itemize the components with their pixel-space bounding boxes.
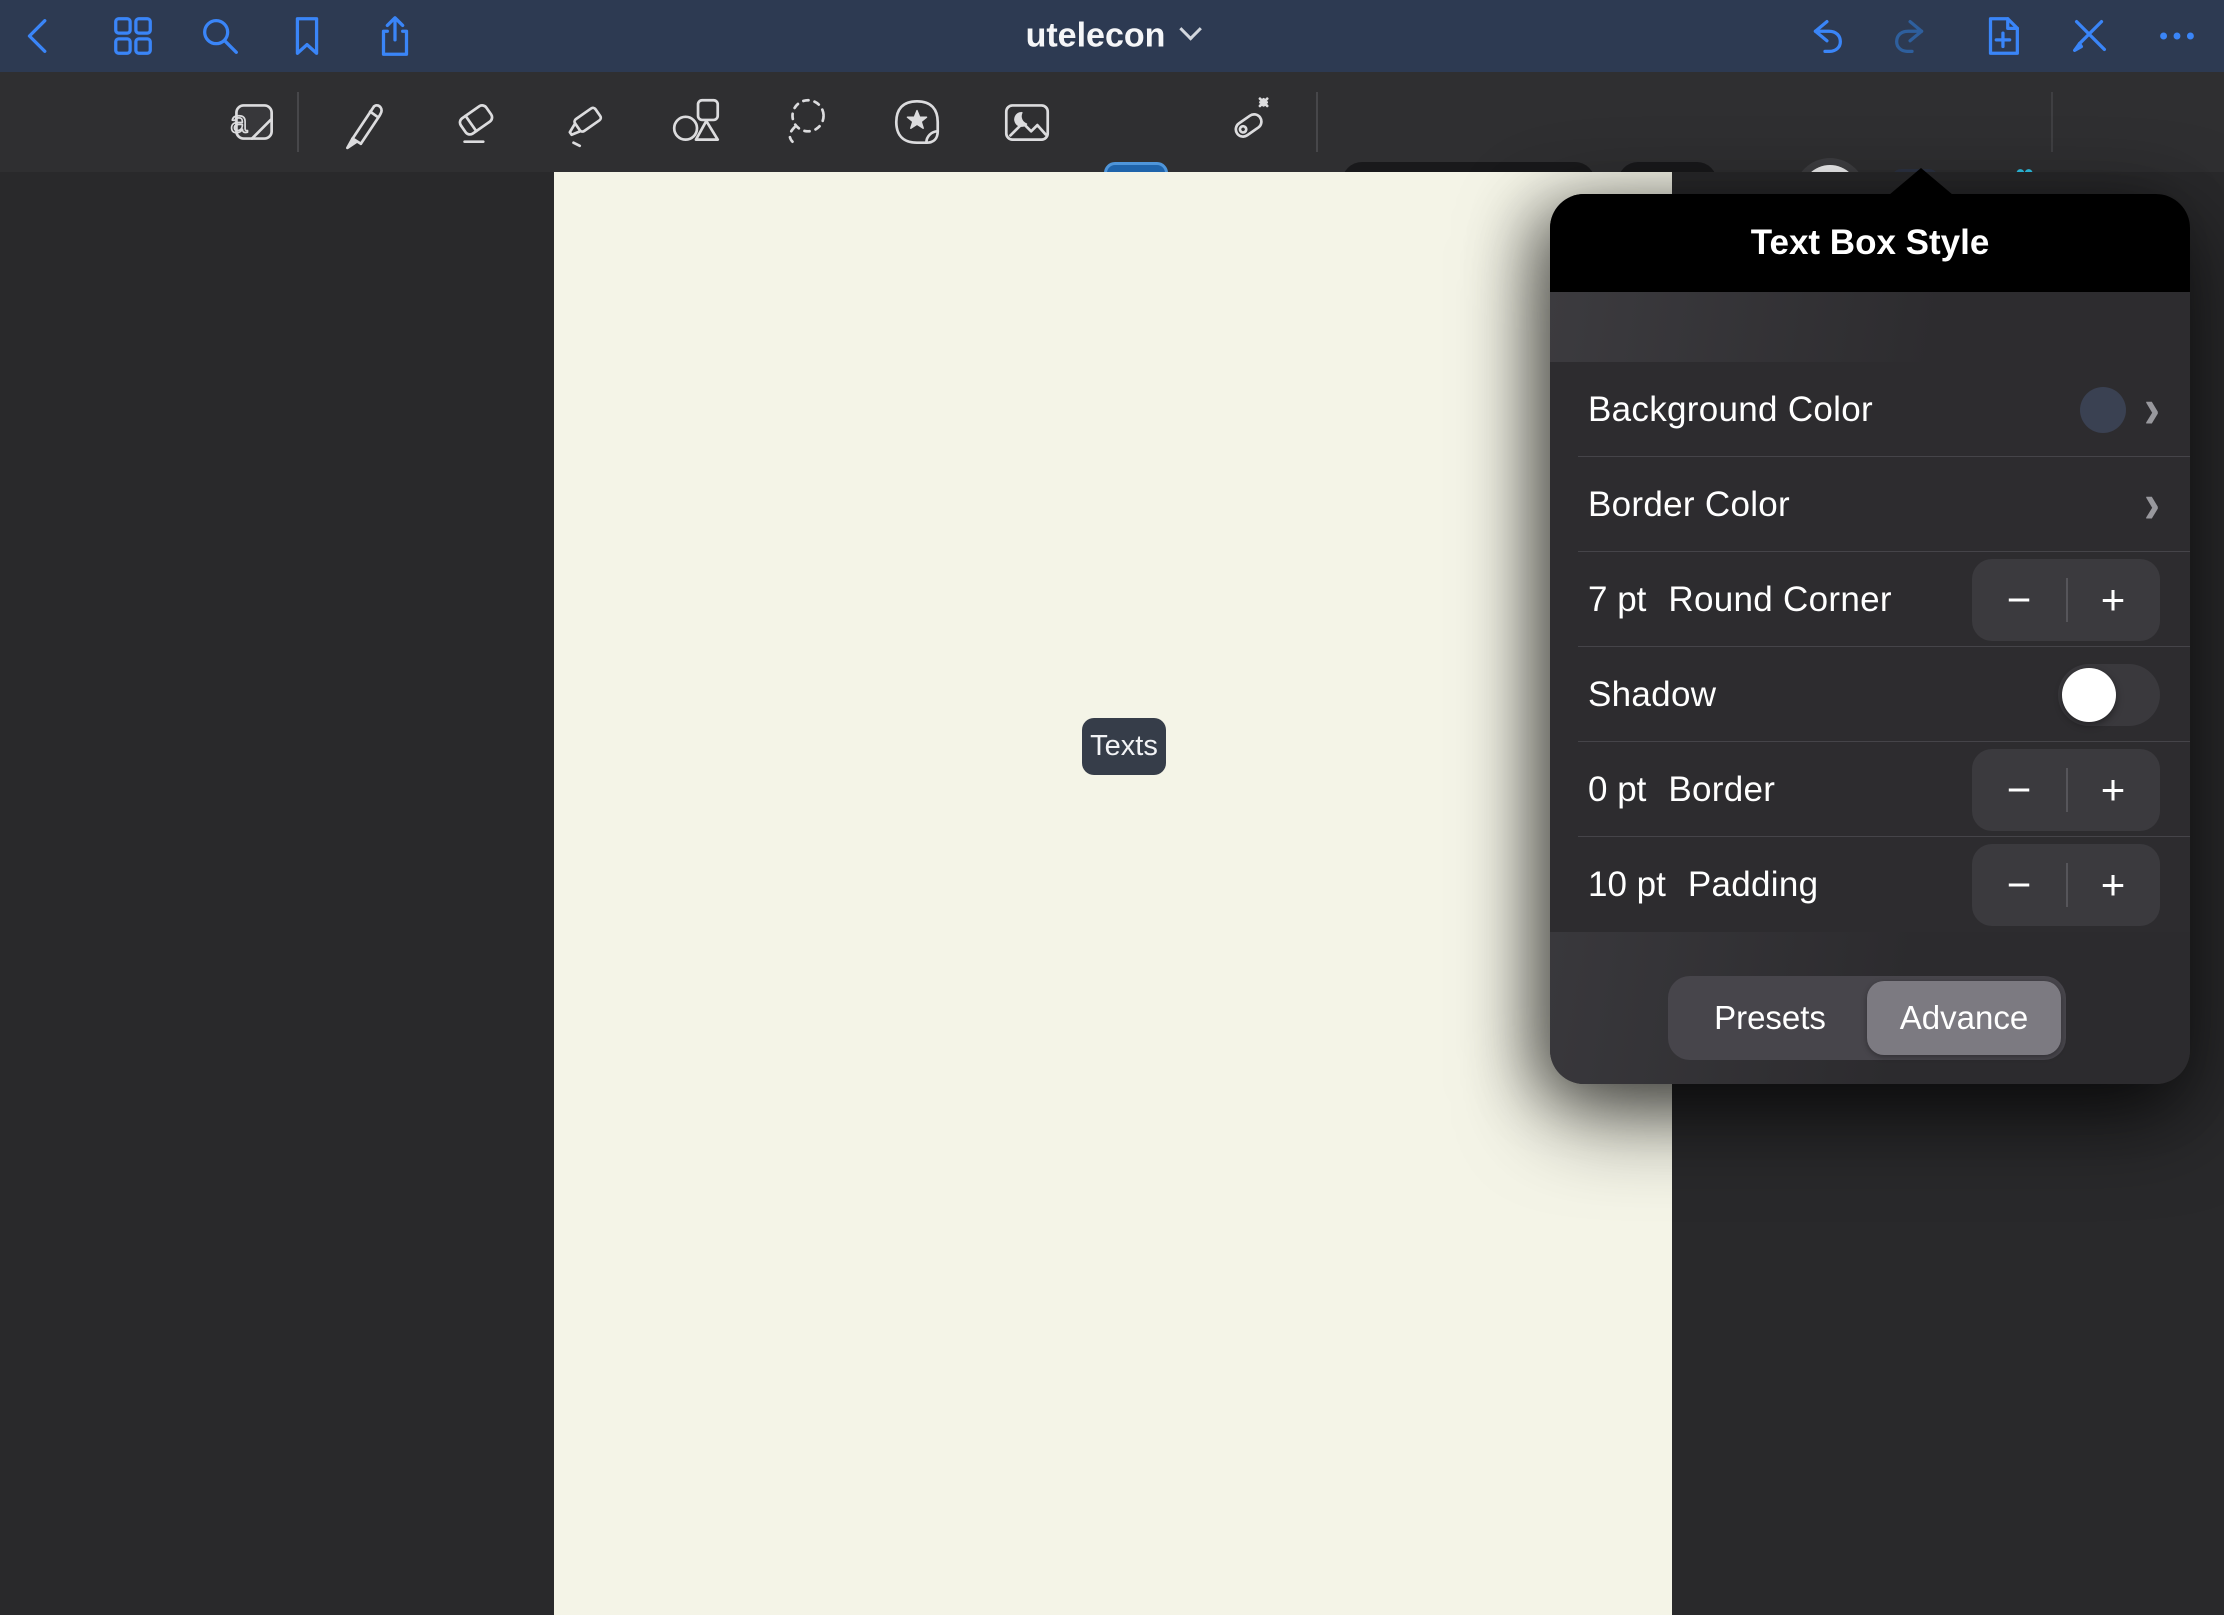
popover-preview-strip bbox=[1550, 292, 2190, 362]
row-border-color[interactable]: Border Color › bbox=[1550, 457, 2190, 552]
round-corner-value: 7 pt bbox=[1588, 580, 1646, 620]
decrease-button[interactable]: − bbox=[1972, 559, 2066, 641]
svg-text:a: a bbox=[230, 104, 248, 139]
thumbnails-grid-icon[interactable] bbox=[110, 13, 156, 59]
popover-footer: Presets Advance bbox=[1550, 932, 2190, 1084]
redo-icon[interactable] bbox=[1889, 13, 1935, 59]
stepper-divider bbox=[2066, 863, 2068, 907]
chevron-right-icon: › bbox=[2144, 482, 2160, 528]
text-box-style-popover: Text Box Style Background Color › Border… bbox=[1550, 194, 2190, 1084]
page-panel-icon[interactable]: a bbox=[224, 93, 282, 151]
increase-button[interactable]: + bbox=[2066, 749, 2160, 831]
toggle-knob bbox=[2062, 668, 2116, 722]
padding-stepper: − + bbox=[1972, 844, 2160, 926]
share-icon[interactable] bbox=[372, 13, 418, 59]
bookmark-icon[interactable] bbox=[284, 13, 330, 59]
highlighter-tool-icon[interactable] bbox=[559, 93, 617, 151]
more-options-icon[interactable] bbox=[2154, 13, 2200, 59]
presets-tab[interactable]: Presets bbox=[1673, 981, 1867, 1055]
row-label: Padding bbox=[1688, 865, 1819, 905]
row-label: Shadow bbox=[1588, 675, 1716, 715]
decrease-button[interactable]: − bbox=[1972, 844, 2066, 926]
row-padding: 10 pt Padding − + bbox=[1550, 837, 2190, 932]
shadow-toggle-off[interactable] bbox=[2058, 664, 2160, 726]
increase-button[interactable]: + bbox=[2066, 559, 2160, 641]
row-label: Round Corner bbox=[1668, 580, 1891, 620]
row-label: Border Color bbox=[1588, 485, 1790, 525]
goodnotes-app: utelecon a bbox=[0, 0, 2224, 1615]
elements-sticker-icon[interactable] bbox=[888, 93, 946, 151]
navigation-bar: utelecon bbox=[0, 0, 2224, 72]
border-width-stepper: − + bbox=[1972, 749, 2160, 831]
pen-mode-toggle-icon[interactable] bbox=[2067, 13, 2113, 59]
chevron-right-icon: › bbox=[2144, 387, 2160, 433]
row-border-width: 0 pt Border − + bbox=[1550, 742, 2190, 837]
decrease-button[interactable]: − bbox=[1972, 749, 2066, 831]
search-icon[interactable] bbox=[197, 13, 243, 59]
round-corner-stepper: − + bbox=[1972, 559, 2160, 641]
lasso-tool-icon[interactable] bbox=[778, 93, 836, 151]
text-box-content: Texts bbox=[1090, 730, 1158, 763]
shapes-tool-icon[interactable] bbox=[668, 93, 726, 151]
background-color-swatch bbox=[2080, 387, 2126, 433]
chevron-down-icon bbox=[1179, 17, 1202, 40]
row-background-color[interactable]: Background Color › bbox=[1550, 362, 2190, 457]
row-shadow: Shadow bbox=[1550, 647, 2190, 742]
popover-title: Text Box Style bbox=[1550, 194, 2190, 292]
border-width-value: 0 pt bbox=[1588, 770, 1646, 810]
document-page bbox=[554, 172, 1672, 1615]
text-box-object[interactable]: Texts bbox=[1082, 718, 1166, 775]
image-tool-icon[interactable] bbox=[998, 93, 1056, 151]
eraser-tool-icon[interactable] bbox=[447, 93, 505, 151]
increase-button[interactable]: + bbox=[2066, 844, 2160, 926]
back-icon[interactable] bbox=[17, 13, 63, 59]
document-title-dropdown[interactable]: utelecon bbox=[1026, 17, 1199, 56]
stepper-divider bbox=[2066, 768, 2068, 812]
padding-value: 10 pt bbox=[1588, 865, 1666, 905]
undo-icon[interactable] bbox=[1802, 13, 1848, 59]
popover-arrow bbox=[1889, 168, 1953, 195]
row-label: Background Color bbox=[1588, 390, 1873, 430]
toolbar-divider bbox=[297, 92, 299, 152]
tool-bar: a T bbox=[0, 72, 2224, 172]
presets-advance-segmented-control: Presets Advance bbox=[1668, 976, 2066, 1060]
toolbar-divider bbox=[2051, 92, 2053, 152]
toolbar-divider bbox=[1316, 92, 1318, 152]
style-settings-list: Background Color › Border Color › 7 pt R… bbox=[1550, 362, 2190, 932]
document-title: utelecon bbox=[1026, 17, 1166, 56]
add-page-icon[interactable] bbox=[1979, 13, 2025, 59]
stepper-divider bbox=[2066, 578, 2068, 622]
advance-tab-active[interactable]: Advance bbox=[1867, 981, 2061, 1055]
pen-tool-icon[interactable] bbox=[336, 93, 394, 151]
row-round-corner: 7 pt Round Corner − + bbox=[1550, 552, 2190, 647]
laser-pointer-icon[interactable] bbox=[1218, 93, 1276, 151]
row-label: Border bbox=[1668, 770, 1775, 810]
